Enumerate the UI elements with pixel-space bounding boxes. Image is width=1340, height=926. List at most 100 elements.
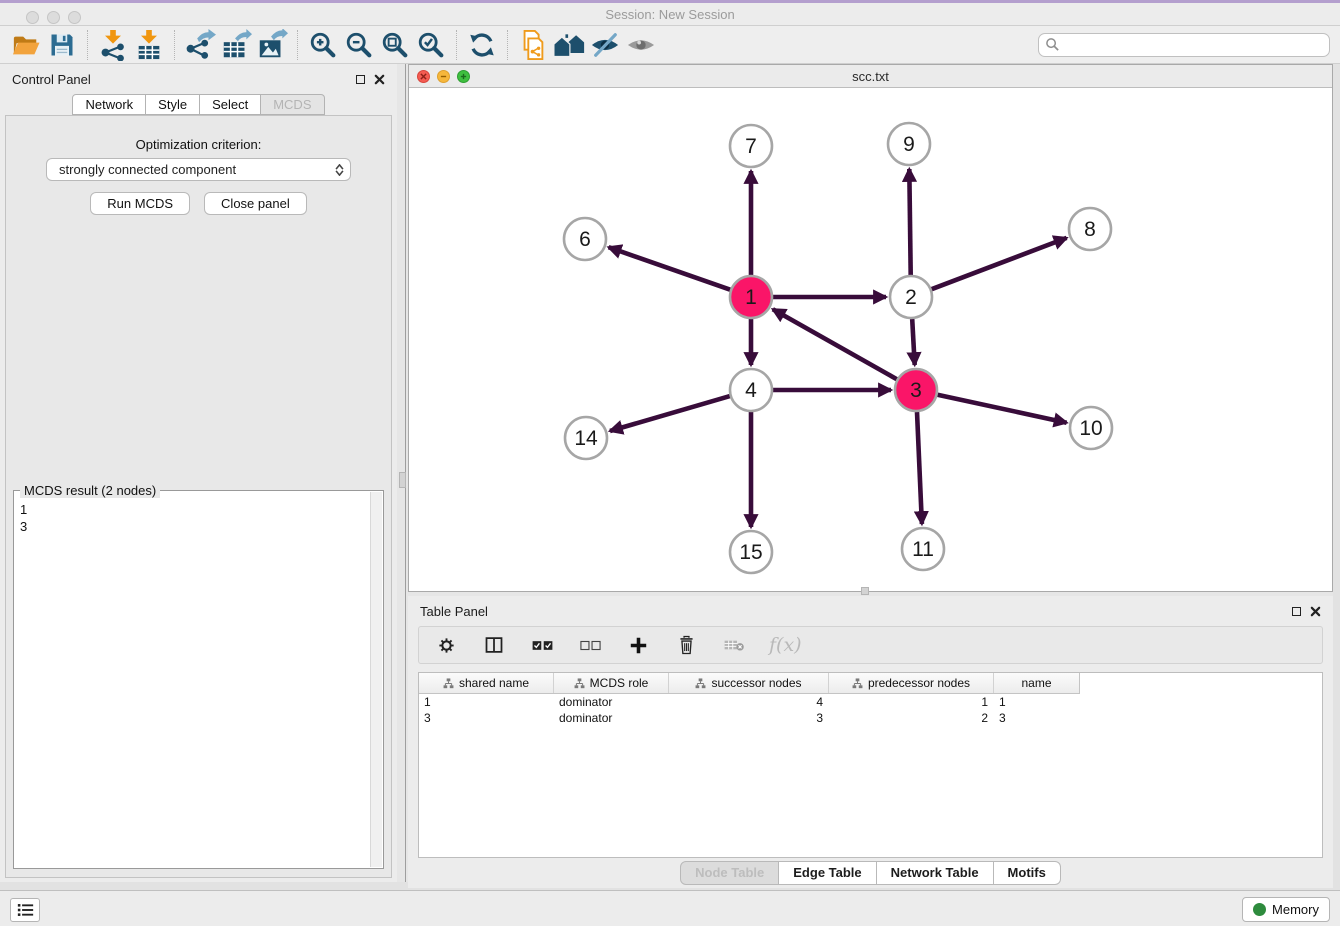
graph-node-9[interactable]: 9	[888, 123, 930, 165]
graph-edge[interactable]	[610, 396, 730, 431]
close-panel-icon[interactable]	[374, 74, 385, 85]
window-controls[interactable]	[26, 11, 81, 24]
table-cell[interactable]: 1	[994, 694, 1079, 710]
column-header-name[interactable]: name	[994, 673, 1079, 693]
import-network-icon[interactable]	[95, 29, 131, 61]
graph-edge[interactable]	[912, 319, 915, 365]
graph-edge[interactable]	[609, 247, 731, 290]
clone-network-icon[interactable]	[515, 29, 551, 61]
panel-divider-vertical[interactable]	[397, 64, 408, 882]
table-cell[interactable]: 2	[829, 710, 994, 726]
mcds-result-lines: 13	[20, 501, 367, 864]
tab-select[interactable]: Select	[200, 94, 261, 115]
save-session-icon[interactable]	[44, 29, 80, 61]
column-header-shared-name[interactable]: shared name	[419, 673, 554, 693]
divider-grip[interactable]	[399, 472, 406, 488]
app-titlebar: Session: New Session	[0, 0, 1340, 26]
column-header-MCDS-role[interactable]: MCDS role	[554, 673, 669, 693]
column-header-successor-nodes[interactable]: successor nodes	[669, 673, 829, 693]
open-session-icon[interactable]	[8, 29, 44, 61]
node-table: shared nameMCDS rolesuccessor nodesprede…	[418, 672, 1323, 858]
zoom-window-icon[interactable]	[68, 11, 81, 24]
float-panel-icon[interactable]	[1292, 607, 1301, 616]
show-columns-icon[interactable]	[481, 631, 507, 659]
table-row[interactable]: 3dominator323	[419, 710, 1322, 726]
graph-node-1[interactable]: 1	[730, 276, 772, 318]
delete-column-trash-icon[interactable]	[673, 631, 699, 659]
table-cell[interactable]: 3	[669, 710, 829, 726]
network-window-titlebar[interactable]: scc.txt	[409, 65, 1332, 88]
zoom-view-icon[interactable]	[457, 70, 470, 83]
criterion-dropdown[interactable]: strongly connected component	[46, 158, 351, 181]
memory-button-label: Memory	[1272, 902, 1319, 917]
deselect-all-icon[interactable]	[577, 631, 603, 659]
close-panel-icon[interactable]	[1310, 606, 1321, 617]
zoom-selected-icon[interactable]	[413, 29, 449, 61]
graph-node-2[interactable]: 2	[890, 276, 932, 318]
export-table-icon[interactable]	[218, 29, 254, 61]
graph-edge[interactable]	[932, 238, 1067, 289]
select-all-icon[interactable]	[529, 631, 555, 659]
graph-edge[interactable]	[938, 395, 1067, 423]
control-panel: Control Panel NetworkStyleSelectMCDS Opt…	[0, 64, 397, 882]
table-settings-gear-icon[interactable]	[433, 631, 459, 659]
close-window-icon[interactable]	[26, 11, 39, 24]
tab-network-table[interactable]: Network Table	[877, 861, 994, 885]
graph-node-11[interactable]: 11	[902, 528, 944, 570]
import-table-icon[interactable]	[131, 29, 167, 61]
graph-edge[interactable]	[917, 412, 922, 524]
divider-grip[interactable]	[861, 587, 869, 595]
zoom-in-icon[interactable]	[305, 29, 341, 61]
table-cell[interactable]: 1	[419, 694, 554, 710]
hide-selected-icon[interactable]	[587, 29, 623, 61]
home-layout-icon[interactable]	[551, 29, 587, 61]
table-cell[interactable]: 3	[419, 710, 554, 726]
search-input[interactable]	[1060, 35, 1329, 55]
tab-network[interactable]: Network	[72, 94, 146, 115]
graph-node-8[interactable]: 8	[1069, 208, 1111, 250]
graph-edge[interactable]	[909, 169, 910, 275]
table-cell[interactable]: 1	[829, 694, 994, 710]
table-row[interactable]: 1dominator411	[419, 694, 1322, 710]
graph-node-10[interactable]: 10	[1070, 407, 1112, 449]
graph-node-6[interactable]: 6	[564, 218, 606, 260]
show-all-icon[interactable]	[623, 29, 659, 61]
table-cell[interactable]: dominator	[554, 694, 669, 710]
tab-motifs[interactable]: Motifs	[994, 861, 1061, 885]
table-cell[interactable]: 3	[994, 710, 1079, 726]
run-mcds-button[interactable]: Run MCDS	[90, 192, 190, 215]
show-panels-button[interactable]	[10, 898, 40, 922]
export-network-icon[interactable]	[182, 29, 218, 61]
tab-node-table[interactable]: Node Table	[680, 861, 779, 885]
graph-node-15[interactable]: 15	[730, 531, 772, 573]
tab-style[interactable]: Style	[146, 94, 200, 115]
minimize-window-icon[interactable]	[47, 11, 60, 24]
refresh-icon[interactable]	[464, 29, 500, 61]
table-cell[interactable]: dominator	[554, 710, 669, 726]
search-field[interactable]	[1038, 33, 1330, 57]
graph-node-4[interactable]: 4	[730, 369, 772, 411]
tab-mcds[interactable]: MCDS	[261, 94, 324, 115]
tab-edge-table[interactable]: Edge Table	[779, 861, 876, 885]
zoom-fit-icon[interactable]	[377, 29, 413, 61]
svg-text:6: 6	[579, 228, 591, 251]
graph-edge[interactable]	[773, 309, 897, 379]
mcds-result-scrollbar[interactable]	[370, 492, 382, 867]
column-header-predecessor-nodes[interactable]: predecessor nodes	[829, 673, 994, 693]
graph-node-14[interactable]: 14	[565, 417, 607, 459]
graph-node-3[interactable]: 3	[895, 369, 937, 411]
add-column-icon[interactable]	[625, 631, 651, 659]
minimize-view-icon[interactable]	[437, 70, 450, 83]
graph-node-7[interactable]: 7	[730, 125, 772, 167]
svg-text:11: 11	[912, 538, 934, 561]
close-panel-button[interactable]: Close panel	[204, 192, 307, 215]
table-cell[interactable]: 4	[669, 694, 829, 710]
zoom-out-icon[interactable]	[341, 29, 377, 61]
export-image-icon[interactable]	[254, 29, 290, 61]
float-panel-icon[interactable]	[356, 75, 365, 84]
column-type-icon	[443, 678, 454, 689]
close-view-icon[interactable]	[417, 70, 430, 83]
memory-button[interactable]: Memory	[1242, 897, 1330, 922]
svg-text:8: 8	[1084, 218, 1096, 241]
network-canvas[interactable]: 7 9 6 8 1 2 4 3 14 10 15 11	[409, 88, 1332, 591]
